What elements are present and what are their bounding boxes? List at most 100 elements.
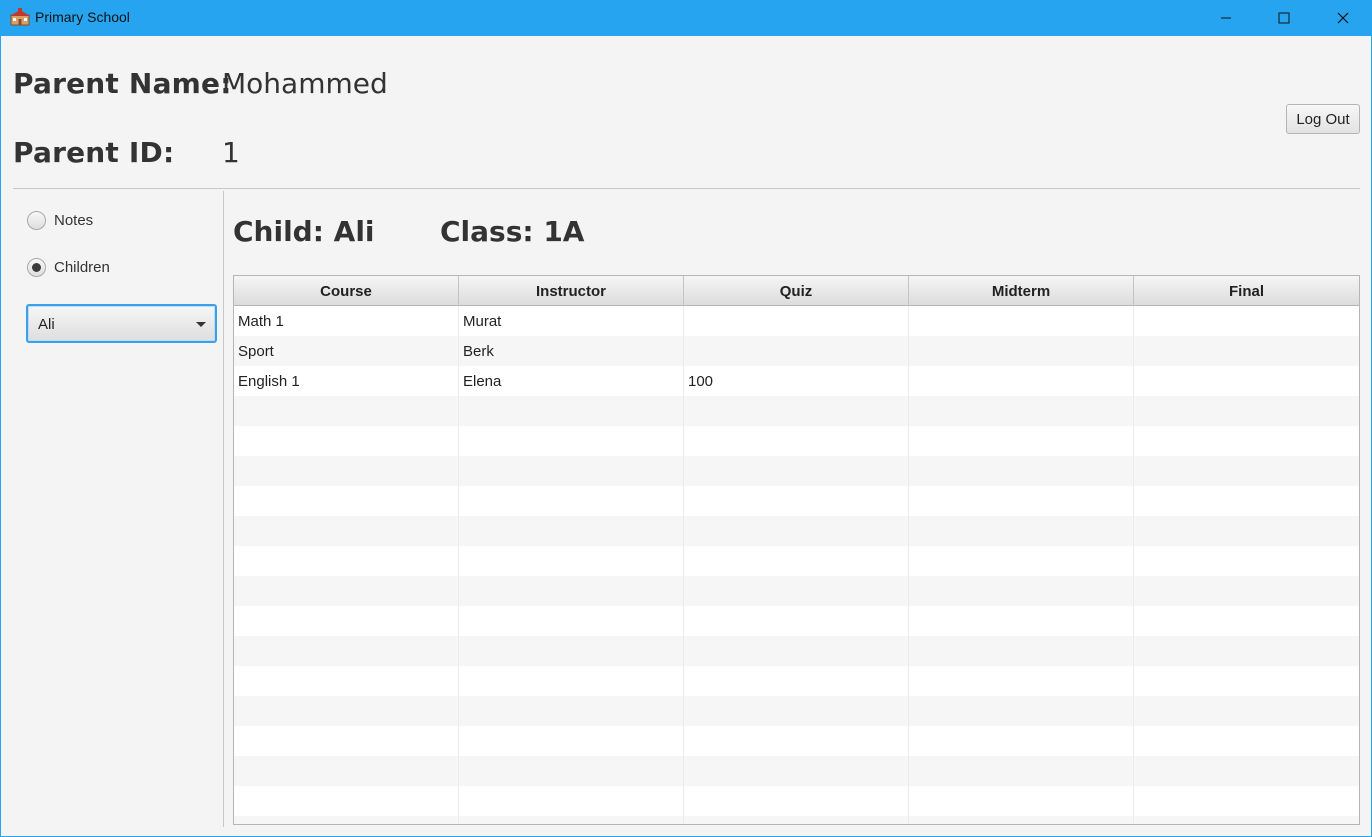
- table-cell-quiz[interactable]: [684, 816, 909, 824]
- table-cell-quiz[interactable]: 100: [684, 366, 909, 396]
- column-header-midterm[interactable]: Midterm: [909, 276, 1134, 306]
- table-cell-quiz[interactable]: [684, 456, 909, 486]
- grades-table[interactable]: Course Instructor Quiz Midterm Final Math 1M…: [233, 275, 1360, 825]
- table-cell-midterm[interactable]: [909, 456, 1134, 486]
- table-row[interactable]: [234, 396, 1359, 426]
- table-cell-instructor[interactable]: [459, 756, 684, 786]
- table-cell-midterm[interactable]: [909, 546, 1134, 576]
- table-cell-quiz[interactable]: [684, 336, 909, 366]
- table-cell-final[interactable]: [1134, 636, 1359, 666]
- table-cell-final[interactable]: [1134, 666, 1359, 696]
- table-cell-final[interactable]: [1134, 486, 1359, 516]
- table-cell-midterm[interactable]: [909, 786, 1134, 816]
- table-cell-instructor[interactable]: [459, 426, 684, 456]
- column-header-instructor[interactable]: Instructor: [459, 276, 684, 306]
- table-cell-quiz[interactable]: [684, 696, 909, 726]
- table-cell-instructor[interactable]: Elena: [459, 366, 684, 396]
- table-cell-final[interactable]: [1134, 576, 1359, 606]
- table-cell-final[interactable]: [1134, 786, 1359, 816]
- table-cell-course[interactable]: [234, 426, 459, 456]
- table-cell-quiz[interactable]: [684, 756, 909, 786]
- table-row[interactable]: [234, 576, 1359, 606]
- table-cell-instructor[interactable]: [459, 546, 684, 576]
- table-row[interactable]: Math 1 Murat: [234, 306, 1359, 336]
- table-row[interactable]: [234, 666, 1359, 696]
- table-cell-course[interactable]: [234, 606, 459, 636]
- table-cell-quiz[interactable]: [684, 426, 909, 456]
- table-cell-quiz[interactable]: [684, 306, 909, 336]
- table-cell-instructor[interactable]: [459, 486, 684, 516]
- notes-radio[interactable]: Notes: [27, 211, 93, 230]
- table-cell-quiz[interactable]: [684, 516, 909, 546]
- column-header-quiz[interactable]: Quiz: [684, 276, 909, 306]
- table-cell-course[interactable]: [234, 786, 459, 816]
- children-radio-circle[interactable]: [27, 258, 46, 277]
- table-cell-instructor[interactable]: [459, 816, 684, 824]
- table-cell-instructor[interactable]: [459, 786, 684, 816]
- table-cell-midterm[interactable]: [909, 816, 1134, 824]
- table-cell-instructor[interactable]: Murat: [459, 306, 684, 336]
- table-cell-quiz[interactable]: [684, 486, 909, 516]
- table-cell-final[interactable]: [1134, 696, 1359, 726]
- notes-radio-label[interactable]: Notes: [54, 212, 93, 229]
- table-cell-course[interactable]: [234, 816, 459, 824]
- table-cell-final[interactable]: [1134, 336, 1359, 366]
- table-cell-quiz[interactable]: [684, 786, 909, 816]
- table-cell-course[interactable]: English 1: [234, 366, 459, 396]
- table-cell-course[interactable]: [234, 756, 459, 786]
- table-cell-course[interactable]: [234, 576, 459, 606]
- table-cell-course[interactable]: [234, 666, 459, 696]
- table-cell-final[interactable]: [1134, 306, 1359, 336]
- table-cell-midterm[interactable]: [909, 696, 1134, 726]
- table-cell-midterm[interactable]: [909, 576, 1134, 606]
- table-row[interactable]: [234, 786, 1359, 816]
- table-cell-quiz[interactable]: [684, 546, 909, 576]
- table-cell-course[interactable]: [234, 636, 459, 666]
- column-header-course[interactable]: Course: [234, 276, 459, 306]
- table-cell-final[interactable]: [1134, 606, 1359, 636]
- children-radio-label[interactable]: Children: [54, 259, 110, 276]
- table-cell-course[interactable]: [234, 546, 459, 576]
- table-cell-course[interactable]: [234, 396, 459, 426]
- table-row[interactable]: [234, 456, 1359, 486]
- table-row[interactable]: [234, 546, 1359, 576]
- table-cell-course[interactable]: [234, 726, 459, 756]
- table-cell-course[interactable]: [234, 456, 459, 486]
- table-cell-quiz[interactable]: [684, 636, 909, 666]
- table-cell-instructor[interactable]: [459, 396, 684, 426]
- column-header-final[interactable]: Final: [1134, 276, 1359, 306]
- table-cell-midterm[interactable]: [909, 756, 1134, 786]
- minimize-button[interactable]: [1197, 0, 1255, 36]
- table-cell-midterm[interactable]: [909, 726, 1134, 756]
- table-row[interactable]: [234, 636, 1359, 666]
- table-cell-quiz[interactable]: [684, 396, 909, 426]
- table-cell-course[interactable]: [234, 486, 459, 516]
- table-row[interactable]: [234, 726, 1359, 756]
- child-select[interactable]: Ali: [26, 304, 217, 343]
- table-cell-quiz[interactable]: [684, 666, 909, 696]
- table-cell-midterm[interactable]: [909, 636, 1134, 666]
- table-cell-final[interactable]: [1134, 546, 1359, 576]
- table-cell-midterm[interactable]: [909, 336, 1134, 366]
- table-cell-instructor[interactable]: [459, 666, 684, 696]
- table-cell-course[interactable]: Sport: [234, 336, 459, 366]
- table-cell-midterm[interactable]: [909, 366, 1134, 396]
- table-cell-quiz[interactable]: [684, 606, 909, 636]
- table-cell-final[interactable]: [1134, 426, 1359, 456]
- table-cell-quiz[interactable]: [684, 576, 909, 606]
- table-cell-instructor[interactable]: [459, 456, 684, 486]
- table-row[interactable]: [234, 756, 1359, 786]
- table-cell-instructor[interactable]: [459, 696, 684, 726]
- table-row[interactable]: [234, 606, 1359, 636]
- table-row[interactable]: English 1 Elena 100: [234, 366, 1359, 396]
- table-row[interactable]: [234, 816, 1359, 824]
- table-cell-course[interactable]: [234, 516, 459, 546]
- table-cell-final[interactable]: [1134, 816, 1359, 824]
- table-cell-course[interactable]: [234, 696, 459, 726]
- table-cell-midterm[interactable]: [909, 606, 1134, 636]
- table-cell-final[interactable]: [1134, 516, 1359, 546]
- table-cell-midterm[interactable]: [909, 516, 1134, 546]
- table-cell-final[interactable]: [1134, 396, 1359, 426]
- table-row[interactable]: [234, 426, 1359, 456]
- table-cell-instructor[interactable]: Berk: [459, 336, 684, 366]
